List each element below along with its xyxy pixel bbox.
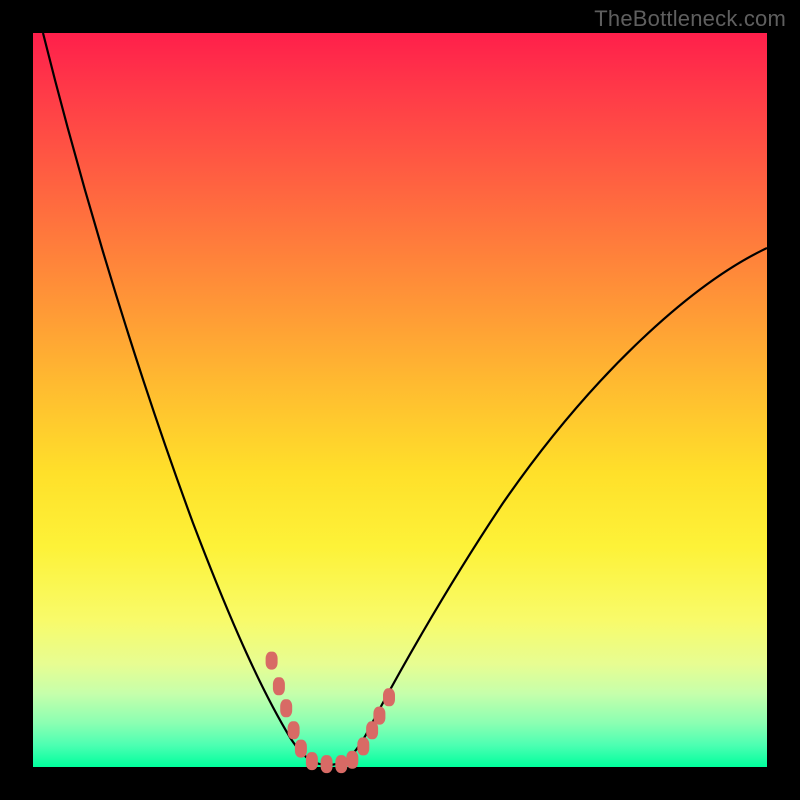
curve-marker [266, 652, 278, 670]
curve-marker [280, 699, 292, 717]
curve-marker [321, 755, 333, 773]
bottleneck-curve [43, 33, 767, 765]
curve-marker [346, 751, 358, 769]
chart-frame: TheBottleneck.com [0, 0, 800, 800]
marker-group [266, 652, 395, 774]
curve-marker [383, 688, 395, 706]
curve-marker [295, 740, 307, 758]
curve-marker [357, 737, 369, 755]
chart-area [33, 33, 767, 767]
curve-marker [288, 721, 300, 739]
curve-marker [306, 752, 318, 770]
watermark-text: TheBottleneck.com [594, 6, 786, 32]
curve-marker [335, 755, 347, 773]
chart-svg [33, 33, 767, 767]
curve-marker [273, 677, 285, 695]
curve-marker [373, 707, 385, 725]
curve-marker [366, 721, 378, 739]
